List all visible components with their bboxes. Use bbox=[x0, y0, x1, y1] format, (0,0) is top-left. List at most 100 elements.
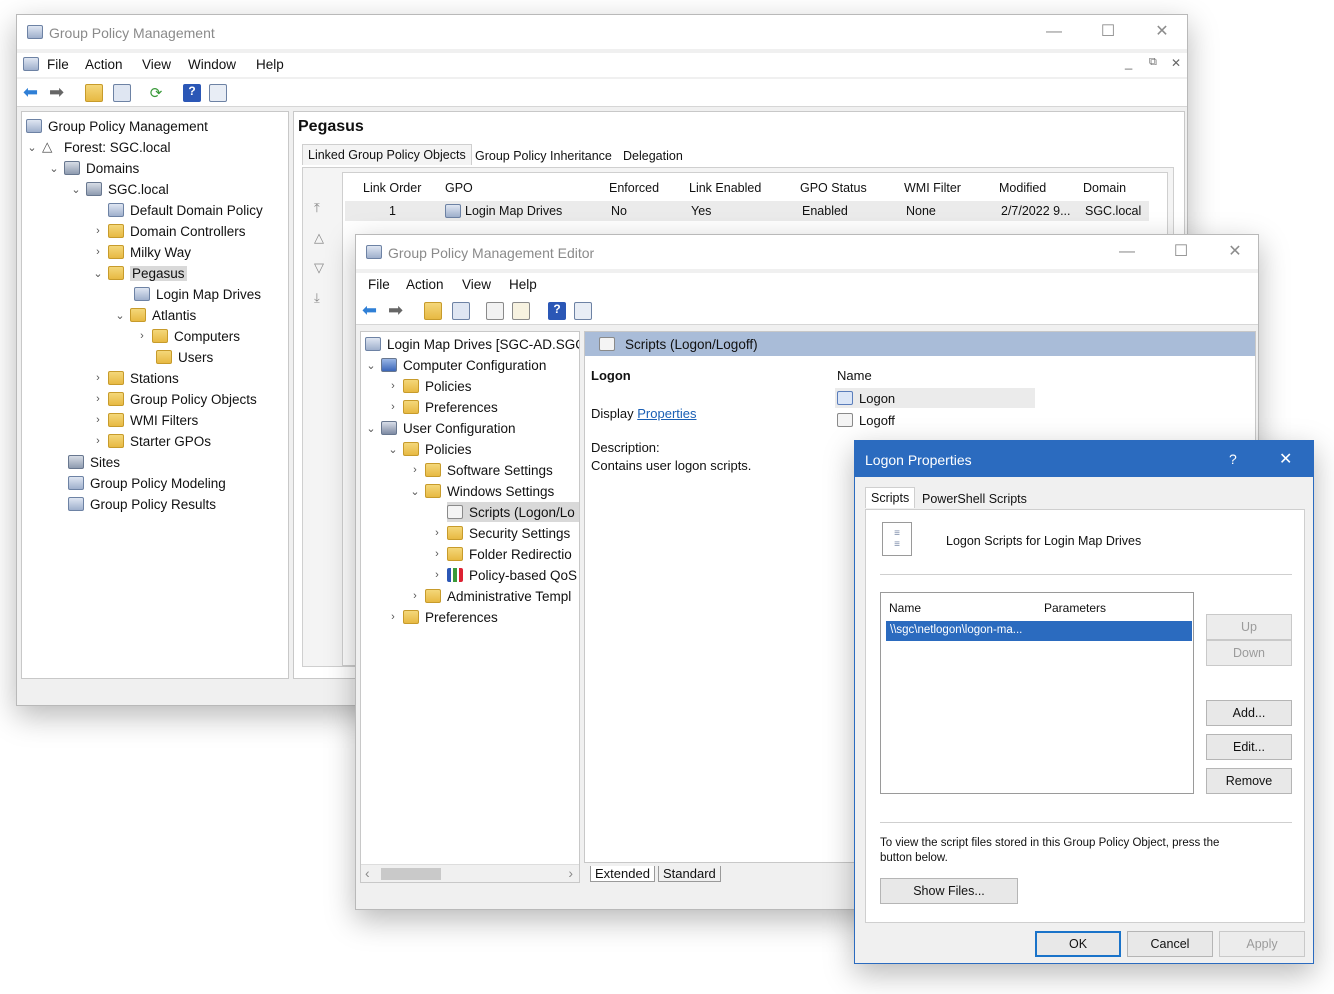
tree-domain-controllers[interactable]: › Domain Controllers bbox=[92, 221, 245, 241]
tree-login-map-drives[interactable]: Login Map Drives bbox=[134, 284, 261, 304]
chevron-right-icon[interactable]: › bbox=[431, 569, 443, 581]
tree-policy-qos[interactable]: › Policy-based QoS bbox=[431, 565, 577, 585]
export-icon[interactable] bbox=[512, 302, 530, 320]
add-button[interactable]: Add... bbox=[1206, 700, 1292, 726]
move-bottom-icon[interactable]: ⤓ bbox=[314, 290, 320, 306]
remove-button[interactable]: Remove bbox=[1206, 768, 1292, 794]
tree-cc-policies[interactable]: › Policies bbox=[387, 376, 471, 396]
up-button[interactable]: Up bbox=[1206, 614, 1292, 640]
menu-view[interactable]: View bbox=[462, 277, 491, 292]
col-name[interactable]: Name bbox=[889, 601, 921, 615]
col-wmi-filter[interactable]: WMI Filter bbox=[904, 181, 961, 195]
chevron-right-icon[interactable]: › bbox=[136, 330, 148, 342]
chevron-right-icon[interactable]: › bbox=[92, 246, 104, 258]
minimize-button[interactable]: — bbox=[1116, 241, 1138, 263]
chevron-right-icon[interactable]: › bbox=[431, 548, 443, 560]
tree-uc-policies[interactable]: ⌄ Policies bbox=[387, 439, 471, 459]
tree-domains[interactable]: ⌄ Domains bbox=[48, 158, 139, 178]
move-top-icon[interactable]: ⤒ bbox=[314, 200, 320, 216]
chevron-down-icon[interactable]: ⌄ bbox=[387, 443, 399, 456]
tree-security-settings[interactable]: › Security Settings bbox=[431, 523, 570, 543]
scroll-thumb[interactable] bbox=[381, 868, 441, 880]
col-enforced[interactable]: Enforced bbox=[609, 181, 659, 195]
close-button[interactable]: ✕ bbox=[1151, 21, 1173, 43]
view-icon[interactable] bbox=[574, 302, 592, 320]
tree-modeling[interactable]: Group Policy Modeling bbox=[68, 473, 226, 493]
apply-button[interactable]: Apply bbox=[1219, 931, 1305, 957]
col-modified[interactable]: Modified bbox=[999, 181, 1046, 195]
scripts-list[interactable]: Name Parameters \\sgc\netlogon\logon-ma.… bbox=[880, 592, 1194, 794]
name-column-header[interactable]: Name bbox=[837, 368, 872, 383]
menu-view[interactable]: View bbox=[142, 57, 171, 72]
menu-help[interactable]: Help bbox=[256, 57, 284, 72]
move-down-icon[interactable]: ▽ bbox=[314, 260, 324, 276]
menu-file[interactable]: File bbox=[47, 57, 69, 72]
tree-windows-settings[interactable]: ⌄ Windows Settings bbox=[409, 481, 554, 501]
mdi-restore-icon[interactable]: ⧉ bbox=[1149, 56, 1157, 69]
chevron-right-icon[interactable]: › bbox=[409, 590, 421, 602]
close-button[interactable]: ✕ bbox=[1224, 241, 1246, 263]
tab-scripts[interactable]: Scripts bbox=[865, 487, 916, 508]
chevron-right-icon[interactable]: › bbox=[387, 380, 399, 392]
col-link-enabled[interactable]: Link Enabled bbox=[689, 181, 761, 195]
tree-folder-redirection[interactable]: › Folder Redirectio bbox=[431, 544, 572, 564]
back-icon[interactable]: ⬅ bbox=[362, 301, 380, 320]
tree-results[interactable]: Group Policy Results bbox=[68, 494, 216, 514]
show-files-button[interactable]: Show Files... bbox=[880, 878, 1018, 904]
tab-linked-gpos[interactable]: Linked Group Policy Objects bbox=[302, 144, 472, 165]
chevron-right-icon[interactable]: › bbox=[409, 464, 421, 476]
view-icon[interactable] bbox=[209, 84, 227, 102]
chevron-right-icon[interactable]: › bbox=[92, 435, 104, 447]
menu-action[interactable]: Action bbox=[85, 57, 123, 72]
scroll-left-icon[interactable]: ‹ bbox=[365, 865, 370, 881]
tab-delegation[interactable]: Delegation bbox=[618, 146, 688, 166]
tree-hscrollbar[interactable]: ‹ › bbox=[361, 864, 579, 882]
forward-icon[interactable]: ➡ bbox=[49, 83, 67, 102]
tree-milky-way[interactable]: › Milky Way bbox=[92, 242, 191, 262]
col-parameters[interactable]: Parameters bbox=[1044, 601, 1106, 615]
tree-gpm-root[interactable]: Group Policy Management bbox=[26, 116, 208, 136]
table-row[interactable]: \\sgc\netlogon\logon-ma... bbox=[886, 621, 1192, 641]
tree-wmi-filters[interactable]: › WMI Filters bbox=[92, 410, 198, 430]
chevron-down-icon[interactable]: ⌄ bbox=[114, 309, 126, 322]
tree-stations[interactable]: › Stations bbox=[92, 368, 179, 388]
minimize-button[interactable]: — bbox=[1043, 21, 1065, 43]
mdi-close-icon[interactable]: ✕ bbox=[1171, 56, 1181, 70]
up-folder-icon[interactable] bbox=[85, 84, 103, 102]
tree-group-policy-objects[interactable]: › Group Policy Objects bbox=[92, 389, 257, 409]
tab-standard[interactable]: Standard bbox=[658, 866, 721, 882]
tab-extended[interactable]: Extended bbox=[590, 866, 655, 882]
ok-button[interactable]: OK bbox=[1035, 931, 1121, 957]
cancel-button[interactable]: Cancel bbox=[1127, 931, 1213, 957]
move-up-icon[interactable]: △ bbox=[314, 230, 324, 246]
chevron-right-icon[interactable]: › bbox=[431, 527, 443, 539]
tree-admin-templates[interactable]: › Administrative Templ bbox=[409, 586, 571, 606]
menu-help[interactable]: Help bbox=[509, 277, 537, 292]
tree-default-policy[interactable]: Default Domain Policy bbox=[108, 200, 263, 220]
chevron-down-icon[interactable]: ⌄ bbox=[70, 183, 82, 196]
col-gpo[interactable]: GPO bbox=[445, 181, 473, 195]
tree-atlantis[interactable]: ⌄ Atlantis bbox=[114, 305, 196, 325]
tree-cc-preferences[interactable]: › Preferences bbox=[387, 397, 498, 417]
properties-icon[interactable] bbox=[486, 302, 504, 320]
up-folder-icon[interactable] bbox=[424, 302, 442, 320]
tree-pegasus[interactable]: ⌄ Pegasus bbox=[92, 263, 187, 283]
chevron-down-icon[interactable]: ⌄ bbox=[365, 359, 377, 372]
show-tree-icon[interactable] bbox=[113, 84, 131, 102]
chevron-down-icon[interactable]: ⌄ bbox=[92, 267, 104, 280]
mdi-minimize-icon[interactable]: _ bbox=[1125, 55, 1132, 70]
help-icon[interactable]: ? bbox=[183, 84, 201, 102]
maximize-button[interactable]: ☐ bbox=[1097, 21, 1119, 43]
menu-file[interactable]: File bbox=[368, 277, 390, 292]
edit-button[interactable]: Edit... bbox=[1206, 734, 1292, 760]
menu-window[interactable]: Window bbox=[188, 57, 236, 72]
close-button[interactable]: ✕ bbox=[1279, 449, 1292, 469]
tree-gpo-root[interactable]: Login Map Drives [SGC-AD.SGC.L bbox=[365, 334, 579, 354]
list-item-logoff[interactable]: Logoff bbox=[835, 410, 1035, 430]
tree-uc-preferences[interactable]: › Preferences bbox=[387, 607, 498, 627]
chevron-right-icon[interactable]: › bbox=[387, 611, 399, 623]
scroll-right-icon[interactable]: › bbox=[568, 865, 573, 881]
tree-sites[interactable]: Sites bbox=[68, 452, 120, 472]
tree-computers[interactable]: › Computers bbox=[136, 326, 240, 346]
tree-software-settings[interactable]: › Software Settings bbox=[409, 460, 553, 480]
